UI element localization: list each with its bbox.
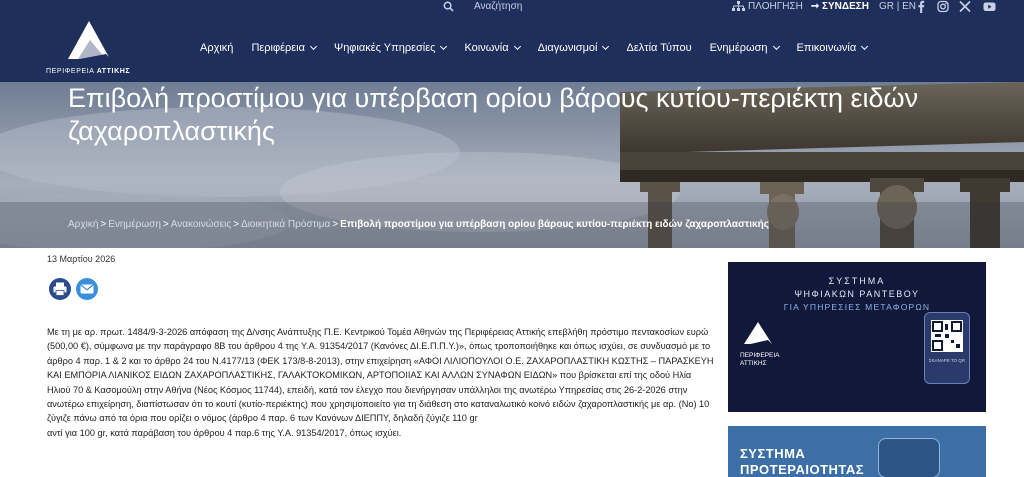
email-share-button[interactable] [76,278,98,300]
nav-label: Ενημέρωση [709,42,768,54]
top-bar: Αναζήτηση ΠΛΟΗΓΗΣΗ ➞ ΣΥΝΔΕΣΗ GR | EN [0,0,1024,14]
breadcrumb-current: Επιβολή προστίμου για υπέρβαση ορίου βάρ… [340,219,769,230]
digital-appointments-banner[interactable]: ΣΥΣΤΗΜΑ ΨΗΦΙΑΚΩΝ ΡΑΝΤΕΒΟΥ ΓΙΑ ΥΠΗΡΕΣΙΕΣ … [728,262,986,412]
banner-line: ΓΙΑ ΥΠΗΡΕΣΙΕΣ ΜΕΤΑΦΟΡΩΝ [783,302,931,312]
login-arrow-icon: ➞ [810,0,822,12]
login-link[interactable]: ➞ ΣΥΝΔΕΣΗ [811,1,869,12]
banner-line: ΣΥΣΤΗΜΑ [828,276,886,286]
breadcrumb-news[interactable]: Ενημέρωση [108,219,161,230]
chevron-down-icon [772,42,780,51]
article-paragraph: Με τη με αρ. πρωτ. 1484/9-3-2026 απόφαση… [47,327,714,424]
nav-label: Δελτία Τύπου [626,42,692,54]
nav-item-home[interactable]: Αρχική [200,42,233,54]
breadcrumb-separator: > [100,219,107,230]
nav-item-contact[interactable]: Επικοινωνία [796,42,869,54]
print-button[interactable] [49,278,71,300]
search-link[interactable]: Αναζήτηση [474,1,522,12]
article-date: 13 Μαρτίου 2026 [47,254,116,264]
banner-line: ΣΥΣΤΗΜΑ [740,446,806,461]
nav-item-news[interactable]: Ενημέρωση [709,42,780,54]
nav-item-region[interactable]: Περιφέρεια [251,42,318,54]
phone-illustration [878,438,940,477]
youtube-icon[interactable] [983,0,996,13]
facebook-icon[interactable] [915,0,927,13]
breadcrumb: Αρχική > Ενημέρωση > Ανακοινώσεις > Διοικητικά… [68,219,769,230]
priority-system-banner[interactable]: ΣΥΣΤΗΜΑ ΠΡΟΤΕΡΑΙΟΤΗΤΑΣ [728,426,986,477]
banner-logo-line2: ΑΤΤΙΚΗΣ [740,360,767,367]
hero-banner: Επιβολή προστίμου για υπέρβαση ορίου βάρ… [0,82,1024,248]
breadcrumb-separator: > [332,219,339,230]
login-label: ΣΥΝΔΕΣΗ [822,0,869,12]
article-body: Με τη με αρ. πρωτ. 1484/9-3-2026 απόφαση… [47,325,717,440]
banner-line: ΨΗΦΙΑΚΩΝ ΡΑΝΤΕΒΟΥ [794,289,920,299]
banner-line: ΠΡΟΤΕΡΑΙΟΤΗΤΑΣ [740,462,865,477]
breadcrumb-announcements[interactable]: Ανακοινώσεις [171,219,231,230]
nav-item-digital-services[interactable]: Ψηφιακές Υπηρεσίες [334,42,448,54]
breadcrumb-home[interactable]: Αρχική [68,219,98,230]
sitemap-icon [732,1,745,11]
sitemap-link[interactable]: ΠΛΟΗΓΗΣΗ [748,1,803,12]
nav-item-tenders[interactable]: Διαγωνισμοί [537,42,610,54]
scan-qr-label: ΣΚΑΝΑΡΕ ΤΟ QR [928,358,966,363]
mail-icon [80,284,94,294]
nav-label: Ψηφιακές Υπηρεσίες [334,42,436,54]
banner-logo-line1: ΠΕΡΙΦΕΡΕΙΑ [740,352,780,359]
language-switch[interactable]: GR | EN [879,1,916,12]
nav-label: Διαγωνισμοί [537,42,598,54]
breadcrumb-separator: > [162,219,169,230]
logo-text-2: ΑΤΤΙΚΗΣ [96,68,131,75]
region-logo-small [742,322,774,346]
article-paragraph: αντί για 100 gr, κατά παράβαση του άρθρο… [47,427,402,438]
logo-text-1: ΠΕΡΙΦΕΡΕΙΑ [46,68,97,75]
search-icon[interactable] [443,1,454,12]
qr-code-icon [931,320,963,352]
nav-label: Κοινωνία [464,42,509,54]
print-icon [53,282,67,296]
chevron-down-icon [309,42,318,51]
nav-item-society[interactable]: Κοινωνία [464,42,521,54]
banner-logo-text: ΠΕΡΙΦΕΡΕΙΑ ΑΤΤΙΚΗΣ [740,352,780,368]
site-header: Αναζήτηση ΠΛΟΗΓΗΣΗ ➞ ΣΥΝΔΕΣΗ GR | EN ΠΕΡ… [0,0,1024,82]
nav-label: Περιφέρεια [251,42,305,54]
chevron-down-icon [440,42,448,51]
nav-item-press-releases[interactable]: Δελτία Τύπου [626,42,691,54]
chevron-down-icon [513,42,521,51]
nav-label: Επικοινωνία [796,42,857,54]
logo-text: ΠΕΡΙΦΕΡΕΙΑ ΑΤΤΙΚΗΣ [46,68,130,75]
x-icon[interactable] [959,0,971,13]
chevron-down-icon [602,42,610,51]
main-nav: Αρχική Περιφέρεια Ψηφιακές Υπηρεσίες Κοι… [200,42,885,54]
chevron-down-icon [861,42,869,51]
breadcrumb-separator: > [233,219,240,230]
banner-title: ΣΥΣΤΗΜΑ ΠΡΟΤΕΡΑΙΟΤΗΤΑΣ [740,446,864,477]
page-title: Επιβολή προστίμου για υπέρβαση ορίου βάρ… [68,83,919,146]
instagram-icon[interactable] [937,0,949,13]
nav-label: Αρχική [200,42,234,54]
top-links: ΠΛΟΗΓΗΣΗ ➞ ΣΥΝΔΕΣΗ GR | EN [732,0,916,12]
breadcrumb-fines[interactable]: Διοικητικά Πρόστιμα [241,219,330,230]
